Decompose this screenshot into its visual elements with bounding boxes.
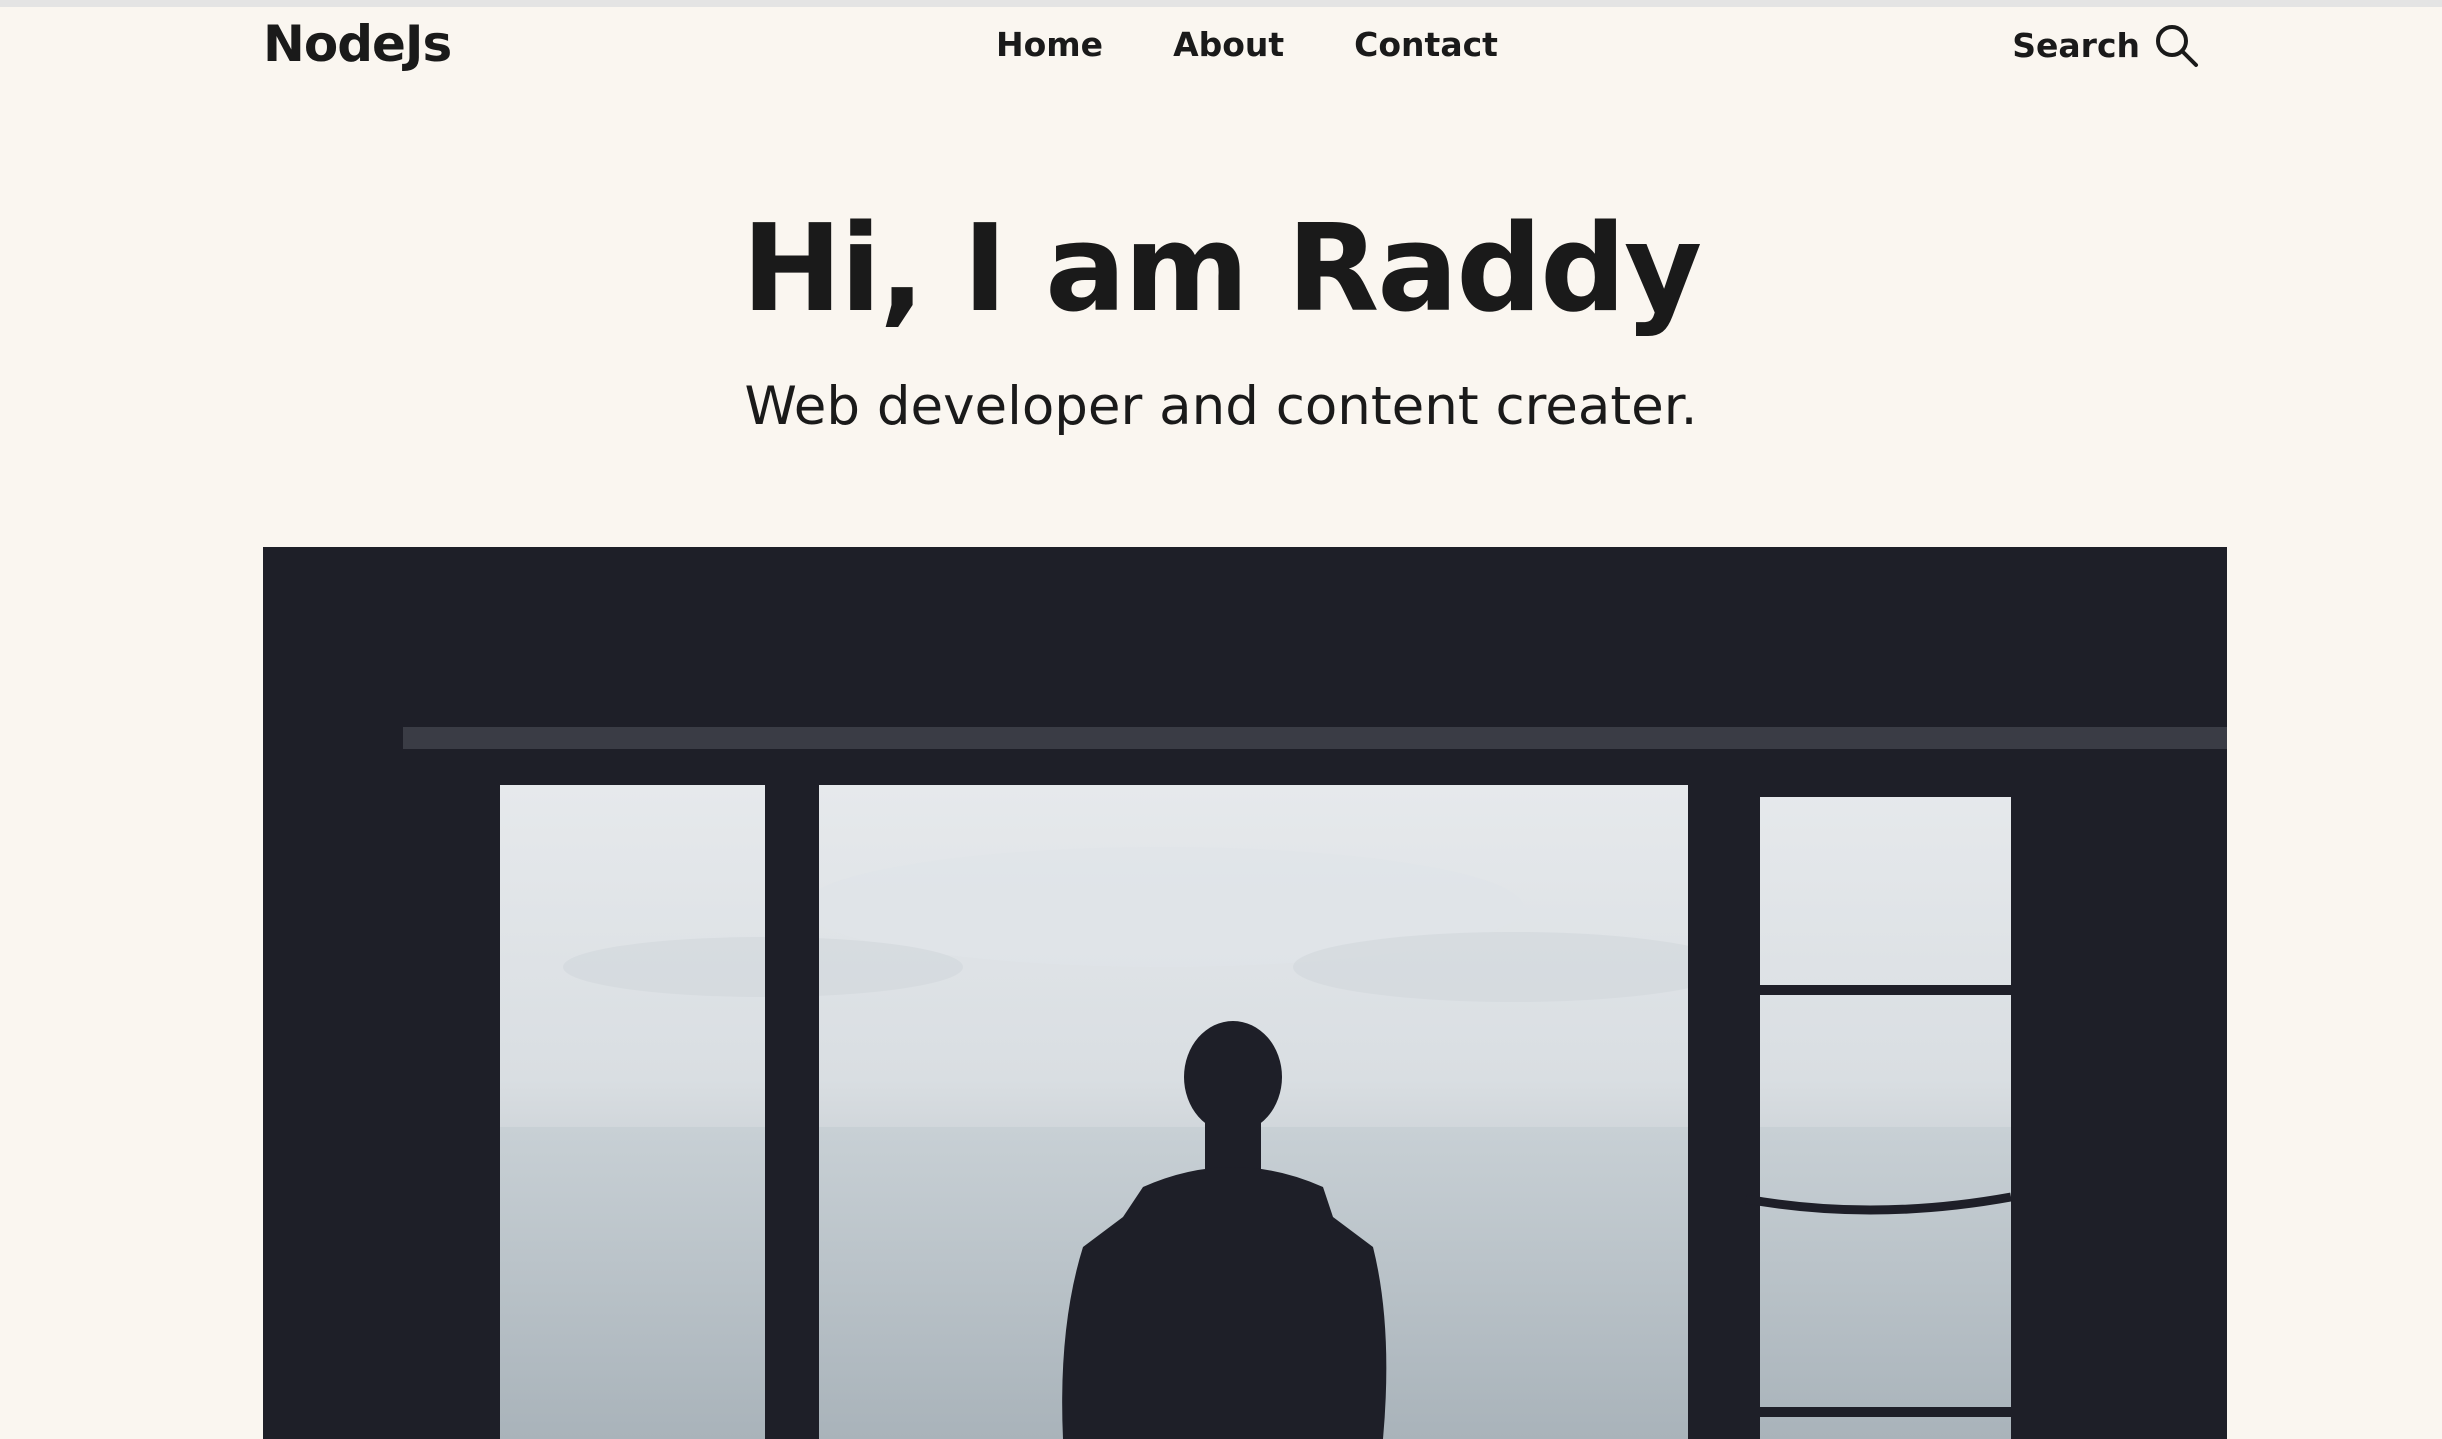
hero-title: Hi, I am Raddy	[741, 200, 1703, 339]
search-label: Search	[2012, 25, 2140, 65]
hero-image	[263, 547, 2227, 1439]
hero-subtitle: Web developer and content creater.	[744, 376, 1698, 437]
logo[interactable]: NodeJs	[263, 15, 452, 73]
main-nav: Home About Contact	[996, 25, 1568, 64]
site-header: NodeJs Home About Contact Search	[263, 7, 2200, 83]
top-border	[0, 0, 2442, 7]
nav-about[interactable]: About	[1173, 25, 1284, 64]
search-button[interactable]: Search	[2012, 21, 2200, 69]
search-icon	[2152, 21, 2200, 69]
nav-contact[interactable]: Contact	[1354, 25, 1498, 64]
nav-home[interactable]: Home	[996, 25, 1103, 64]
